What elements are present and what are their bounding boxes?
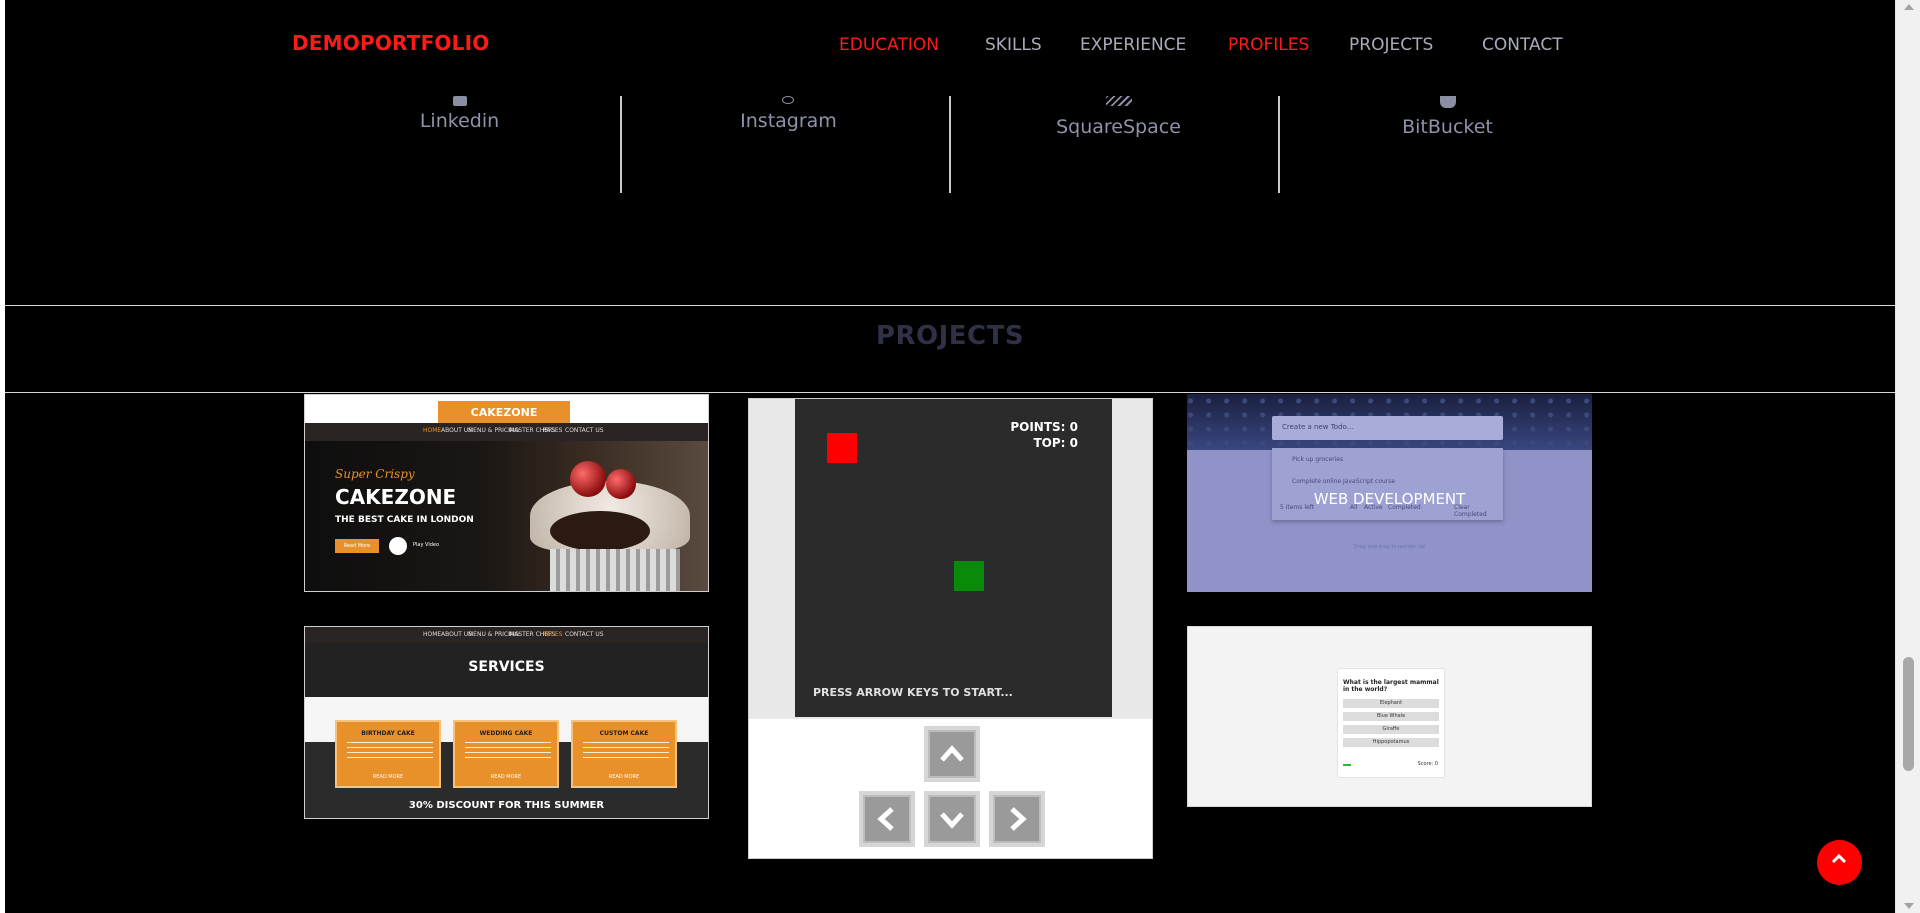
cakezone-topbar: CAKEZONE bbox=[305, 395, 708, 425]
profile-instagram[interactable]: Instagram bbox=[624, 96, 953, 193]
todo-hint: Drag and drop to reorder list bbox=[1353, 544, 1426, 550]
squarespace-icon bbox=[1105, 96, 1132, 106]
quiz-option: Hippopotamus bbox=[1343, 738, 1439, 747]
service-box: CUSTOM CAKE READ MORE bbox=[571, 720, 677, 788]
game-score: POINTS: 0 TOP: 0 bbox=[1010, 419, 1078, 451]
nav-experience[interactable]: EXPERIENCE bbox=[1080, 35, 1186, 55]
scrollbar-thumb[interactable] bbox=[1903, 657, 1914, 771]
service-box-more: READ MORE bbox=[608, 774, 640, 780]
chevron-up-icon bbox=[940, 745, 964, 762]
quiz-question: What is the largest mammal in the world? bbox=[1343, 679, 1439, 693]
services-title: SERVICES bbox=[468, 659, 545, 675]
quiz-box: What is the largest mammal in the world?… bbox=[1337, 668, 1445, 778]
game-snake bbox=[954, 561, 984, 591]
cakezone-subheading: THE BEST CAKE IN LONDON bbox=[335, 515, 474, 525]
profile-divider bbox=[620, 96, 622, 193]
cakezone-play-label: Play Video bbox=[413, 542, 440, 548]
project-card-game[interactable]: POINTS: 0 TOP: 0 PRESS ARROW KEYS TO STA… bbox=[748, 398, 1153, 859]
service-box: BIRTHDAY CAKE READ MORE bbox=[335, 720, 441, 788]
services-menu-item: CONTACT US bbox=[565, 631, 604, 638]
todo-input-placeholder: Create a new Todo... bbox=[1282, 423, 1354, 431]
profile-label: BitBucket bbox=[1402, 116, 1493, 138]
game-points: POINTS: 0 bbox=[1010, 420, 1078, 434]
bitbucket-icon bbox=[1439, 96, 1456, 108]
cakezone-tagline: Super Crispy bbox=[335, 467, 415, 481]
services-header: SERVICES bbox=[305, 643, 708, 697]
profile-squarespace[interactable]: SquareSpace bbox=[954, 96, 1283, 193]
cakezone-hero: Super Crispy CAKEZONE THE BEST CAKE IN L… bbox=[305, 441, 708, 591]
profile-label: Instagram bbox=[740, 110, 837, 132]
service-box-title: BIRTHDAY CAKE bbox=[361, 730, 415, 737]
todo-item: Pick up groceries bbox=[1292, 456, 1344, 463]
projects-title: PROJECTS bbox=[875, 321, 1025, 351]
cakezone-heading: CAKEZONE bbox=[335, 485, 457, 509]
chevron-up-icon bbox=[1831, 853, 1847, 864]
arrow-left-button[interactable] bbox=[859, 791, 915, 847]
navbar: DEMOPORTFOLIO EDUCATION SKILLS EXPERIENC… bbox=[5, 0, 1895, 95]
quiz-score: Score: 0 bbox=[1417, 761, 1438, 767]
profile-label: SquareSpace bbox=[1056, 116, 1181, 138]
cupcake-image bbox=[510, 461, 700, 591]
service-box: WEDDING CAKE READ MORE bbox=[453, 720, 559, 788]
back-to-top-button[interactable] bbox=[1817, 840, 1862, 885]
project-card-quiz[interactable]: What is the largest mammal in the world?… bbox=[1187, 626, 1592, 807]
todo-input: Create a new Todo... bbox=[1272, 416, 1503, 440]
project-card-cakezone[interactable]: CAKEZONE HOME ABOUT US MENU & PRICING MA… bbox=[304, 394, 709, 592]
scroll-down-icon[interactable] bbox=[1904, 903, 1914, 909]
cakezone-menu: HOME ABOUT US MENU & PRICING MASTER CHEF… bbox=[305, 423, 708, 441]
scroll-up-icon[interactable] bbox=[1904, 4, 1914, 10]
chevron-down-icon bbox=[940, 812, 964, 829]
cakezone-menu-item: CONTACT US bbox=[565, 427, 604, 434]
chevron-right-icon bbox=[1010, 807, 1027, 831]
game-food bbox=[827, 433, 857, 463]
arrow-right-button[interactable] bbox=[989, 791, 1045, 847]
services-discount: 30% DISCOUNT FOR THIS SUMMER bbox=[408, 800, 605, 811]
todo-overlay-label: WEB DEVELOPMENT bbox=[1313, 490, 1466, 508]
services-menu-item: PAGES bbox=[543, 631, 563, 638]
service-box-more: READ MORE bbox=[490, 774, 522, 780]
game-top: TOP: 0 bbox=[1033, 436, 1078, 450]
nav-contact[interactable]: CONTACT bbox=[1482, 35, 1563, 55]
nav-profiles[interactable]: PROFILES bbox=[1228, 35, 1309, 55]
cakezone-menu-item: HOME bbox=[423, 427, 442, 434]
quiz-option: Giraffe bbox=[1343, 725, 1439, 734]
todo-item: Complete online JavaScript course bbox=[1292, 478, 1396, 485]
nav-skills[interactable]: SKILLS bbox=[985, 35, 1042, 55]
quiz-progress bbox=[1343, 764, 1351, 766]
project-card-services[interactable]: HOME ABOUT US MENU & PRICING MASTER CHEF… bbox=[304, 626, 709, 819]
todo-list: Pick up groceries Complete online JavaSc… bbox=[1272, 448, 1503, 520]
page-content: Linkedin Instagram SquareSpace BitBucket… bbox=[5, 0, 1895, 913]
quiz-option: Elephant bbox=[1343, 699, 1439, 708]
arrow-down-button[interactable] bbox=[924, 791, 980, 847]
profile-divider bbox=[949, 96, 951, 193]
chevron-left-icon bbox=[877, 807, 894, 831]
services-menu: HOME ABOUT US MENU & PRICING MASTER CHEF… bbox=[305, 627, 708, 643]
brand-logo[interactable]: DEMOPORTFOLIO bbox=[292, 31, 489, 55]
instagram-icon bbox=[781, 96, 794, 104]
game-screen: POINTS: 0 TOP: 0 PRESS ARROW KEYS TO STA… bbox=[795, 399, 1112, 717]
nav-projects[interactable]: PROJECTS bbox=[1349, 35, 1433, 55]
profile-label: Linkedin bbox=[419, 110, 500, 132]
project-card-todo[interactable]: Create a new Todo... Pick up groceries C… bbox=[1187, 394, 1592, 592]
service-box-more: READ MORE bbox=[372, 774, 404, 780]
cakezone-read-more: Read More bbox=[335, 539, 379, 553]
profile-linkedin[interactable]: Linkedin bbox=[295, 96, 624, 193]
game-prompt: PRESS ARROW KEYS TO START... bbox=[813, 686, 1013, 699]
scrollbar[interactable] bbox=[1895, 0, 1920, 913]
arrow-up-button[interactable] bbox=[924, 726, 980, 782]
projects-heading-section: PROJECTS bbox=[5, 307, 1895, 393]
cakezone-menu-item: PAGES bbox=[543, 427, 563, 434]
quiz-option: Blue Whale bbox=[1343, 712, 1439, 721]
service-box-title: CUSTOM CAKE bbox=[599, 730, 649, 737]
service-box-title: WEDDING CAKE bbox=[479, 730, 533, 737]
linkedin-icon bbox=[452, 96, 467, 106]
nav-education[interactable]: EDUCATION bbox=[839, 35, 939, 55]
services-menu-item: HOME bbox=[423, 631, 442, 638]
cakezone-logo: CAKEZONE bbox=[438, 401, 570, 425]
profile-bitbucket[interactable]: BitBucket bbox=[1283, 96, 1612, 193]
profile-divider bbox=[1278, 96, 1280, 193]
play-icon bbox=[389, 537, 407, 555]
